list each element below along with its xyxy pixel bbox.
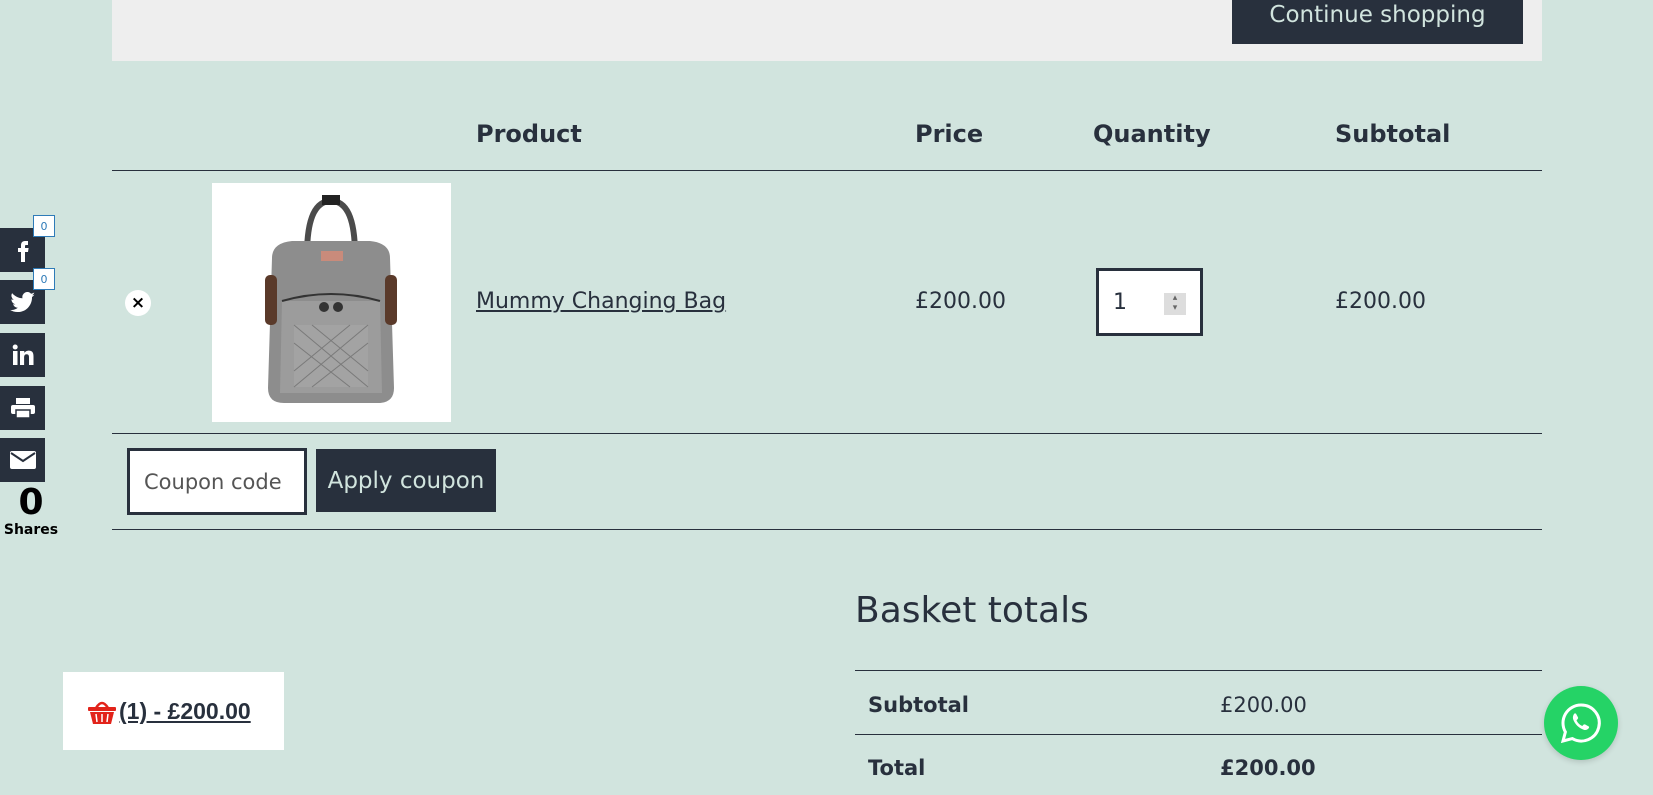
continue-shopping-button[interactable]: Continue shopping bbox=[1232, 0, 1523, 44]
mini-cart-link[interactable]: (1) - £200.00 bbox=[119, 698, 251, 725]
total-shares-label: Shares bbox=[3, 522, 59, 538]
product-thumbnail[interactable] bbox=[212, 183, 451, 422]
coupon-code-input[interactable] bbox=[127, 448, 307, 515]
total-shares-count: 0 bbox=[18, 482, 44, 523]
item-price: £200.00 bbox=[915, 289, 1006, 314]
linkedin-icon bbox=[12, 344, 33, 365]
quantity-value: 1 bbox=[1113, 289, 1127, 315]
quantity-spinner-icon[interactable]: ▴ ▾ bbox=[1164, 293, 1186, 315]
divider bbox=[112, 529, 1542, 530]
basket-totals-title: Basket totals bbox=[855, 590, 1089, 631]
item-subtotal: £200.00 bbox=[1335, 289, 1426, 314]
divider bbox=[855, 734, 1542, 735]
totals-subtotal-label: Subtotal bbox=[868, 693, 969, 717]
backpack-image bbox=[265, 195, 397, 403]
whatsapp-icon bbox=[1560, 703, 1601, 744]
divider bbox=[112, 433, 1542, 434]
header-price: Price bbox=[915, 120, 984, 148]
header-product: Product bbox=[476, 120, 582, 148]
product-name-link[interactable]: Mummy Changing Bag bbox=[476, 289, 726, 314]
twitter-icon bbox=[9, 291, 35, 313]
totals-subtotal-value: £200.00 bbox=[1220, 693, 1307, 717]
printer-icon bbox=[10, 398, 35, 419]
apply-coupon-button[interactable]: Apply coupon bbox=[316, 449, 496, 512]
linkedin-share-button[interactable] bbox=[0, 333, 45, 377]
mini-cart-widget[interactable]: (1) - £200.00 bbox=[63, 672, 284, 750]
whatsapp-chat-button[interactable] bbox=[1544, 686, 1618, 760]
print-button[interactable] bbox=[0, 386, 45, 430]
email-share-button[interactable] bbox=[0, 438, 45, 482]
header-subtotal: Subtotal bbox=[1335, 120, 1451, 148]
totals-total-value: £200.00 bbox=[1220, 756, 1316, 780]
facebook-share-count: 0 bbox=[33, 215, 55, 237]
divider bbox=[855, 670, 1542, 671]
envelope-icon bbox=[9, 451, 36, 469]
totals-total-label: Total bbox=[868, 756, 926, 780]
twitter-share-count: 0 bbox=[33, 268, 55, 290]
facebook-icon bbox=[17, 241, 29, 262]
basket-icon bbox=[88, 701, 116, 724]
divider bbox=[112, 170, 1542, 171]
quantity-input[interactable]: 1 ▴ ▾ bbox=[1096, 268, 1203, 336]
header-quantity: Quantity bbox=[1093, 120, 1211, 148]
remove-item-button[interactable]: × bbox=[125, 290, 151, 316]
